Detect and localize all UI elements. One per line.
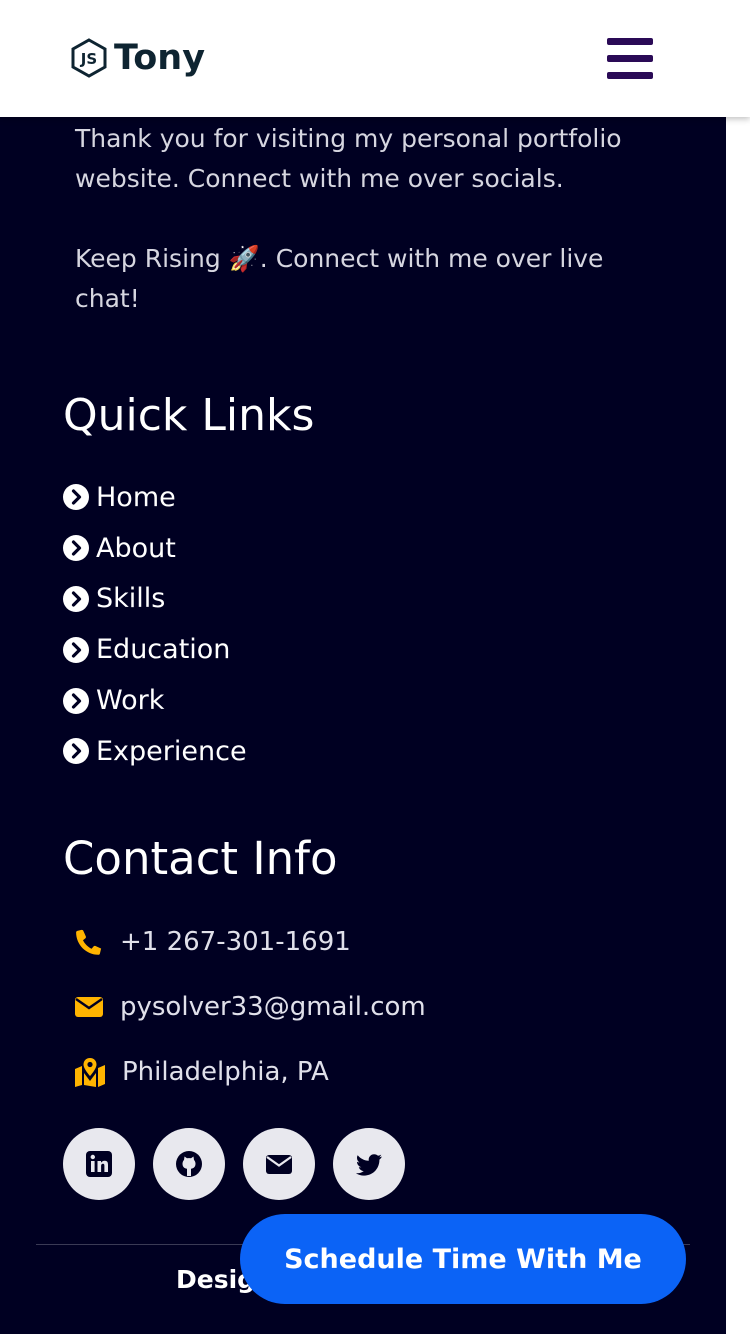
quick-link-skills[interactable]: Skills — [63, 583, 165, 614]
github-icon — [176, 1151, 202, 1177]
list-item: About — [63, 523, 247, 574]
quick-link-label: Education — [96, 634, 231, 666]
about-paragraph: Thank you for visiting my personal portf… — [75, 124, 622, 193]
list-item: Education — [63, 624, 247, 675]
contact-phone-text: +1 267-301-1691 — [120, 927, 351, 957]
phone-icon — [76, 929, 102, 955]
email-button[interactable] — [243, 1128, 315, 1200]
chevron-circle-right-icon — [63, 585, 89, 612]
list-item: Work — [63, 675, 247, 726]
hamburger-menu-icon[interactable] — [605, 38, 655, 82]
quick-links-list: Home About Skills Education Work Experie… — [63, 472, 247, 777]
chevron-circle-right-icon — [63, 738, 89, 765]
quick-link-experience[interactable]: Experience — [63, 736, 247, 767]
contact-phone[interactable]: +1 267-301-1691 — [74, 927, 351, 957]
quick-link-about[interactable]: About — [63, 533, 176, 564]
about-paragraph-2: Keep Rising 🚀. Connect with me over live… — [75, 244, 604, 313]
quick-links-heading: Quick Links — [63, 390, 315, 441]
contact-info-heading: Contact Info — [63, 832, 338, 885]
chevron-circle-right-icon — [63, 687, 89, 714]
quick-link-work[interactable]: Work — [63, 685, 164, 716]
schedule-time-button[interactable]: Schedule Time With Me — [240, 1214, 686, 1304]
quick-link-label: Home — [96, 481, 176, 513]
list-item: Experience — [63, 726, 247, 777]
chevron-circle-right-icon — [63, 636, 89, 663]
mail-icon — [266, 1155, 292, 1174]
contact-location-text: Philadelphia, PA — [122, 1057, 329, 1087]
twitter-icon — [355, 1154, 382, 1176]
quick-link-label: Skills — [96, 583, 166, 615]
logo-link[interactable]: JS Tony — [70, 36, 205, 80]
quick-link-label: Experience — [96, 735, 247, 767]
social-links — [63, 1128, 423, 1200]
quick-link-home[interactable]: Home — [63, 482, 176, 513]
linkedin-icon — [86, 1151, 112, 1177]
chevron-circle-right-icon — [63, 535, 89, 562]
navbar: JS Tony — [0, 0, 750, 117]
quick-link-label: Work — [96, 685, 165, 717]
quick-link-label: About — [96, 532, 176, 564]
twitter-button[interactable] — [333, 1128, 405, 1200]
logo-text: Tony — [114, 38, 206, 78]
svg-text:JS: JS — [80, 50, 97, 68]
footer: Thank you for visiting my personal portf… — [0, 117, 726, 1334]
contact-location: Philadelphia, PA — [74, 1057, 329, 1087]
list-item: Skills — [63, 574, 247, 625]
quick-link-education[interactable]: Education — [63, 634, 230, 665]
linkedin-button[interactable] — [63, 1128, 135, 1200]
envelope-icon — [75, 997, 103, 1017]
contact-email-text: pysolver33@gmail.com — [120, 992, 426, 1022]
chevron-circle-right-icon — [63, 484, 89, 511]
contact-email[interactable]: pysolver33@gmail.com — [74, 992, 426, 1022]
list-item: Home — [63, 472, 247, 523]
map-marked-icon — [75, 1058, 105, 1087]
js-hexagon-icon: JS — [71, 38, 107, 78]
github-button[interactable] — [153, 1128, 225, 1200]
